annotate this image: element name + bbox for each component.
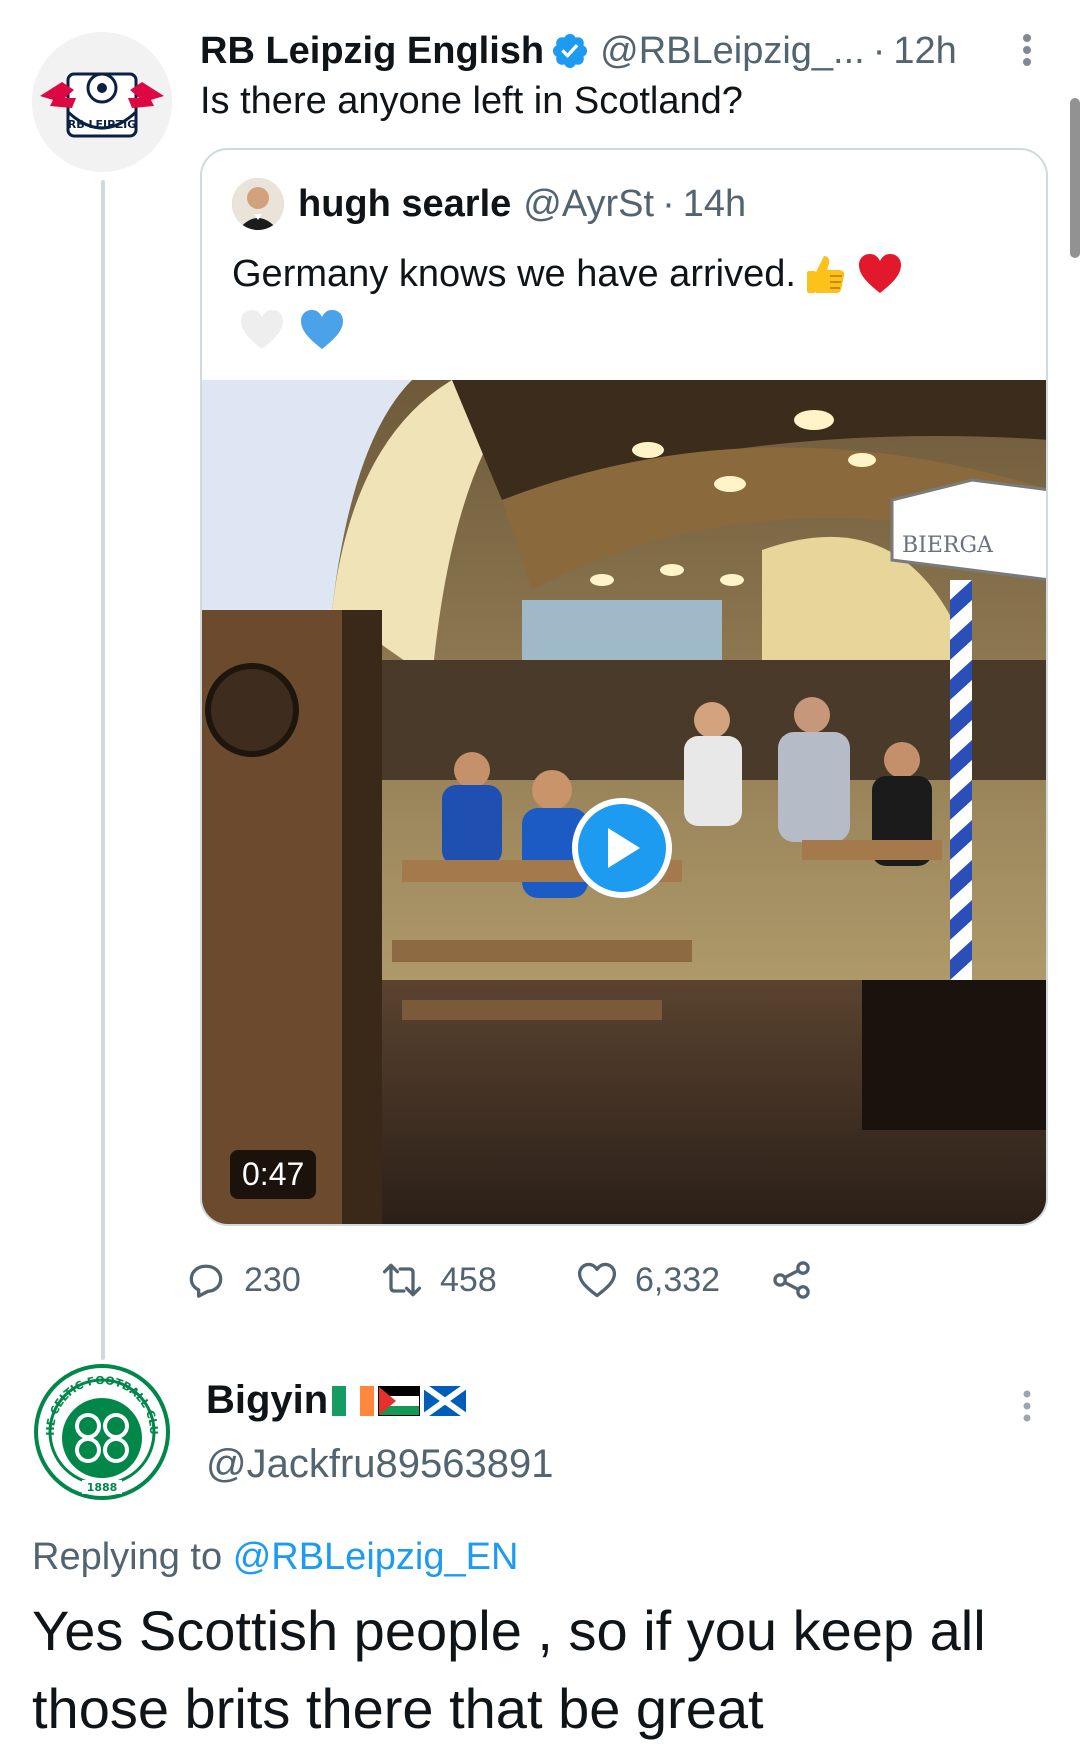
author-avatar[interactable]: RB LEIPZIG: [32, 32, 172, 172]
reply-count: 230: [244, 1260, 301, 1299]
author-name[interactable]: RB Leipzig English: [200, 30, 544, 73]
reply-more-options-button[interactable]: [1012, 1386, 1042, 1426]
tweet-time[interactable]: 12h: [893, 30, 956, 73]
retweet-button[interactable]: 458: [380, 1252, 497, 1308]
quoted-tweet-card[interactable]: hugh searle @AyrSt · 14h Germany knows w…: [200, 148, 1048, 1226]
more-options-button[interactable]: [1012, 30, 1042, 70]
retweet-icon: [382, 1263, 422, 1297]
tweet-header: RB Leipzig English @RBLeipzig_... · 12h: [200, 26, 957, 76]
video-player[interactable]: BIERGA 0:47: [202, 380, 1046, 1224]
reply-author-name-row: Bigyin: [206, 1378, 467, 1423]
replying-to-line: Replying to @RBLeipzig_EN: [32, 1536, 518, 1579]
share-icon: [773, 1261, 810, 1299]
quoted-author-avatar[interactable]: [232, 178, 284, 230]
play-icon: [608, 828, 640, 868]
share-button[interactable]: [770, 1252, 830, 1308]
retweet-count: 458: [440, 1260, 497, 1299]
separator-dot: ·: [872, 29, 886, 72]
replying-to-link[interactable]: @RBLeipzig_EN: [233, 1536, 519, 1578]
heart-icon: [577, 1262, 617, 1298]
reply-button[interactable]: 230: [184, 1252, 301, 1308]
video-duration-badge: 0:47: [230, 1150, 317, 1199]
quoted-tweet-text: Germany knows we have arrived.: [232, 252, 796, 295]
red-heart-icon: [858, 254, 901, 293]
more-vertical-icon: [1023, 34, 1031, 66]
tweet-action-bar: 230 458 6,332: [189, 1252, 1060, 1308]
scrollbar-thumb[interactable]: [1070, 98, 1080, 258]
thumbs-up-icon: [806, 256, 845, 293]
video-sign-text: BIERGA: [902, 533, 994, 558]
reply-author-name[interactable]: Bigyin: [206, 1378, 328, 1423]
separator-dot: ·: [662, 182, 675, 225]
quoted-author-handle[interactable]: @AyrSt: [523, 183, 654, 226]
like-button[interactable]: 6,332: [575, 1252, 720, 1308]
author-handle[interactable]: @RBLeipzig_...: [600, 30, 865, 73]
thread-connector-line: [101, 180, 105, 1360]
rb-leipzig-logo-icon: RB LEIPZIG: [32, 32, 172, 172]
svg-text:RB LEIPZIG: RB LEIPZIG: [68, 118, 136, 131]
reply-author-handle[interactable]: @Jackfru89563891: [206, 1442, 554, 1487]
reply-author-avatar[interactable]: THE CELTIC FOOTBALL CLUB 1888: [28, 1352, 172, 1502]
crest-year: 1888: [87, 1481, 118, 1494]
reply-icon: [189, 1264, 223, 1298]
quoted-tweet-text-line: Germany knows we have arrived.: [232, 250, 904, 298]
like-count: 6,332: [635, 1260, 721, 1299]
quoted-tweet-time[interactable]: 14h: [683, 183, 746, 226]
celtic-fc-crest-icon: THE CELTIC FOOTBALL CLUB 1888: [28, 1352, 170, 1500]
replying-to-prefix: Replying to: [32, 1536, 223, 1578]
quoted-emoji-row: [232, 306, 346, 354]
reply-text: Yes Scottish people , so if you keep all…: [32, 1599, 986, 1740]
ireland-flag-icon: [332, 1385, 375, 1416]
scotland-flag-icon: [424, 1385, 467, 1416]
person-photo-icon: [232, 178, 284, 230]
verified-badge-icon: [553, 33, 588, 69]
more-vertical-icon: [1023, 1390, 1031, 1422]
white-heart-icon: [241, 310, 283, 349]
blue-heart-icon: [301, 310, 343, 349]
tweet-text: Is there anyone left in Scotland?: [200, 80, 743, 122]
quoted-tweet-header: hugh searle @AyrSt · 14h: [298, 176, 746, 232]
palestine-flag-icon: [378, 1385, 421, 1416]
play-button[interactable]: [572, 798, 672, 898]
quoted-author-name[interactable]: hugh searle: [298, 183, 511, 226]
